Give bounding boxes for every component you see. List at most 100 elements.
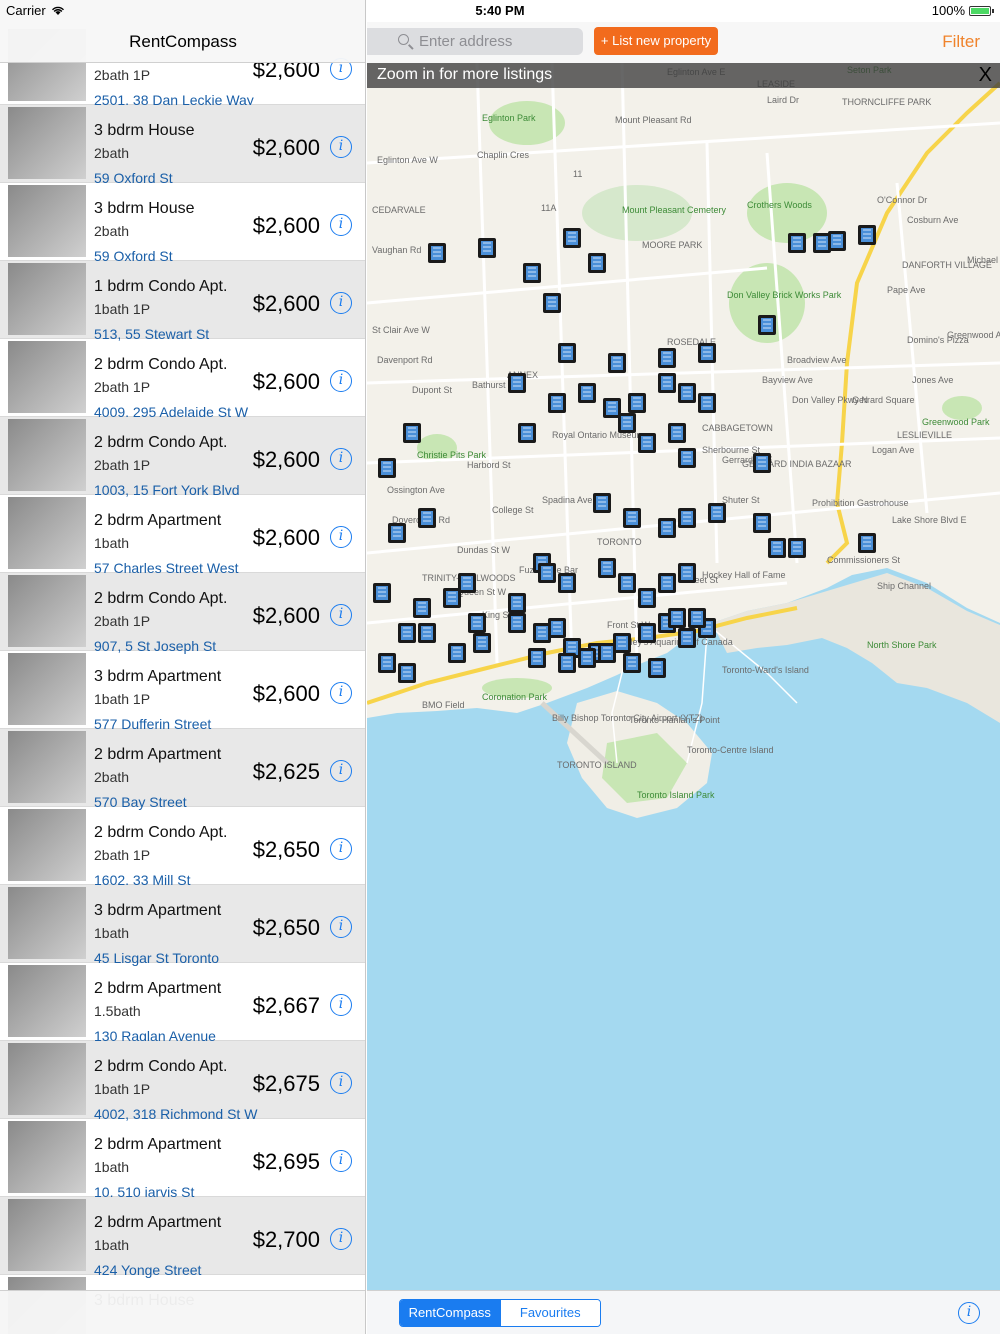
listing-marker-icon[interactable] [473, 633, 491, 653]
listing-info-button[interactable]: i [330, 1072, 352, 1094]
listing-marker-icon[interactable] [753, 453, 771, 473]
listing-row[interactable]: 2 bdrm Apartment 1bath 57 Charles Street W… [0, 495, 365, 576]
listing-marker-icon[interactable] [698, 393, 716, 413]
listing-marker-icon[interactable] [828, 231, 846, 251]
listing-row[interactable]: 2 bdrm Condo Apt. 2bath 1P 1003, 15 Fort Y… [0, 417, 365, 498]
listing-marker-icon[interactable] [578, 648, 596, 668]
listing-marker-icon[interactable] [788, 233, 806, 253]
listing-marker-icon[interactable] [658, 518, 676, 538]
listing-row[interactable]: 3 bdrm House 2bath 59 Oxford St $2,600 i [0, 183, 365, 264]
listing-info-button[interactable]: i [330, 136, 352, 158]
listing-info-button[interactable]: i [330, 448, 352, 470]
listing-marker-icon[interactable] [378, 653, 396, 673]
listing-info-button[interactable]: i [330, 1150, 352, 1172]
listing-marker-icon[interactable] [563, 228, 581, 248]
listing-marker-icon[interactable] [708, 503, 726, 523]
listing-marker-icon[interactable] [678, 383, 696, 403]
listing-marker-icon[interactable] [388, 523, 406, 543]
listing-marker-icon[interactable] [788, 538, 806, 558]
listing-marker-icon[interactable] [638, 433, 656, 453]
listing-marker-icon[interactable] [458, 573, 476, 593]
listing-marker-icon[interactable] [578, 383, 596, 403]
listing-marker-icon[interactable] [588, 253, 606, 273]
listing-info-button[interactable]: i [330, 760, 352, 782]
listing-marker-icon[interactable] [608, 353, 626, 373]
listing-row[interactable]: 3 bdrm Apartment 1bath 1P 577 Dufferin Str… [0, 651, 365, 732]
listing-marker-icon[interactable] [523, 263, 541, 283]
listing-marker-icon[interactable] [858, 225, 876, 245]
listing-marker-icon[interactable] [678, 448, 696, 468]
listing-marker-icon[interactable] [398, 623, 416, 643]
listing-marker-icon[interactable] [508, 373, 526, 393]
listing-marker-icon[interactable] [418, 623, 436, 643]
listing-marker-icon[interactable] [548, 393, 566, 413]
listing-marker-icon[interactable] [688, 608, 706, 628]
map-view[interactable]: Eglinton ParkEglinton Ave ESeton ParkLEA… [367, 63, 1000, 1290]
listing-marker-icon[interactable] [543, 293, 561, 313]
listing-info-button[interactable]: i [330, 916, 352, 938]
listing-row[interactable]: 2 bdrm Condo Apt. 2bath 1P 1602, 33 Mill S… [0, 807, 365, 888]
listing-row[interactable]: 2 bdrm Condo Apt. 1bath 1P 4002, 318 Richm… [0, 1041, 365, 1122]
close-banner-button[interactable]: X [979, 64, 992, 87]
listing-row[interactable]: 3 bdrm Apartment 1bath 45 Lisgar St Toront… [0, 885, 365, 966]
listing-info-button[interactable]: i [330, 682, 352, 704]
listing-marker-icon[interactable] [768, 538, 786, 558]
listing-marker-icon[interactable] [558, 653, 576, 673]
listing-marker-icon[interactable] [753, 513, 771, 533]
listing-marker-icon[interactable] [398, 663, 416, 683]
listing-marker-icon[interactable] [413, 598, 431, 618]
listing-marker-icon[interactable] [593, 493, 611, 513]
listing-row[interactable]: 2 bdrm Apartment 1.5bath 130 Raglan Avenue… [0, 963, 365, 1044]
list-new-property-button[interactable]: + List new property [594, 27, 718, 55]
filter-button[interactable]: Filter [942, 32, 980, 52]
listing-row[interactable]: 2 bdrm Apartment 1bath 10, 510 jarvis St $2… [0, 1119, 365, 1200]
listing-row[interactable]: 2 bdrm Condo Apt. 2bath 1P 907, 5 St Josep… [0, 573, 365, 654]
listing-marker-icon[interactable] [558, 343, 576, 363]
listing-marker-icon[interactable] [428, 243, 446, 263]
listing-info-button[interactable]: i [330, 1228, 352, 1250]
tab-rentcompass[interactable]: RentCompass [400, 1300, 500, 1326]
listing-marker-icon[interactable] [378, 458, 396, 478]
app-info-button[interactable]: i [958, 1302, 980, 1324]
listing-marker-icon[interactable] [528, 648, 546, 668]
listing-marker-icon[interactable] [638, 623, 656, 643]
listing-marker-icon[interactable] [858, 533, 876, 553]
listing-marker-icon[interactable] [558, 573, 576, 593]
listing-info-button[interactable]: i [330, 604, 352, 626]
listing-marker-icon[interactable] [508, 593, 526, 613]
listing-marker-icon[interactable] [478, 238, 496, 258]
listing-row[interactable]: 2 bdrm Condo Apt. 2bath 1P 4009, 295 Adela… [0, 339, 365, 420]
listing-row[interactable]: 1 bdrm Condo Apt. 1bath 1P 513, 55 Stewart… [0, 261, 365, 342]
listing-marker-icon[interactable] [418, 508, 436, 528]
listing-marker-icon[interactable] [468, 613, 486, 633]
listing-row[interactable]: 2 bdrm Apartment 2bath 570 Bay Street $2,62… [0, 729, 365, 810]
listing-marker-icon[interactable] [638, 588, 656, 608]
listing-marker-icon[interactable] [678, 628, 696, 648]
listing-marker-icon[interactable] [668, 423, 686, 443]
tab-favourites[interactable]: Favourites [499, 1300, 600, 1326]
listing-marker-icon[interactable] [658, 573, 676, 593]
listing-marker-icon[interactable] [598, 643, 616, 663]
listing-marker-icon[interactable] [623, 508, 641, 528]
listing-marker-icon[interactable] [518, 423, 536, 443]
listing-info-button[interactable]: i [330, 994, 352, 1016]
listing-marker-icon[interactable] [373, 583, 391, 603]
listing-marker-icon[interactable] [548, 618, 566, 638]
listing-info-button[interactable]: i [330, 292, 352, 314]
listing-info-button[interactable]: i [330, 370, 352, 392]
listing-marker-icon[interactable] [403, 423, 421, 443]
listing-marker-icon[interactable] [618, 413, 636, 433]
listing-marker-icon[interactable] [698, 343, 716, 363]
listing-marker-icon[interactable] [618, 573, 636, 593]
listing-marker-icon[interactable] [538, 563, 556, 583]
listing-marker-icon[interactable] [623, 653, 641, 673]
address-search[interactable]: Enter address [367, 28, 583, 55]
listing-row[interactable]: 3 bdrm House 2bath 59 Oxford St $2,600 i [0, 105, 365, 186]
listing-list[interactable]: 2bath 1P 2501, 38 Dan Leckie Way $2,600 i 3 … [0, 27, 365, 1334]
listing-marker-icon[interactable] [628, 393, 646, 413]
listing-info-button[interactable]: i [330, 838, 352, 860]
segmented-control[interactable]: RentCompass Favourites [399, 1299, 601, 1327]
map-canvas[interactable]: Eglinton ParkEglinton Ave ESeton ParkLEA… [367, 63, 1000, 1290]
listing-marker-icon[interactable] [658, 373, 676, 393]
listing-marker-icon[interactable] [448, 643, 466, 663]
